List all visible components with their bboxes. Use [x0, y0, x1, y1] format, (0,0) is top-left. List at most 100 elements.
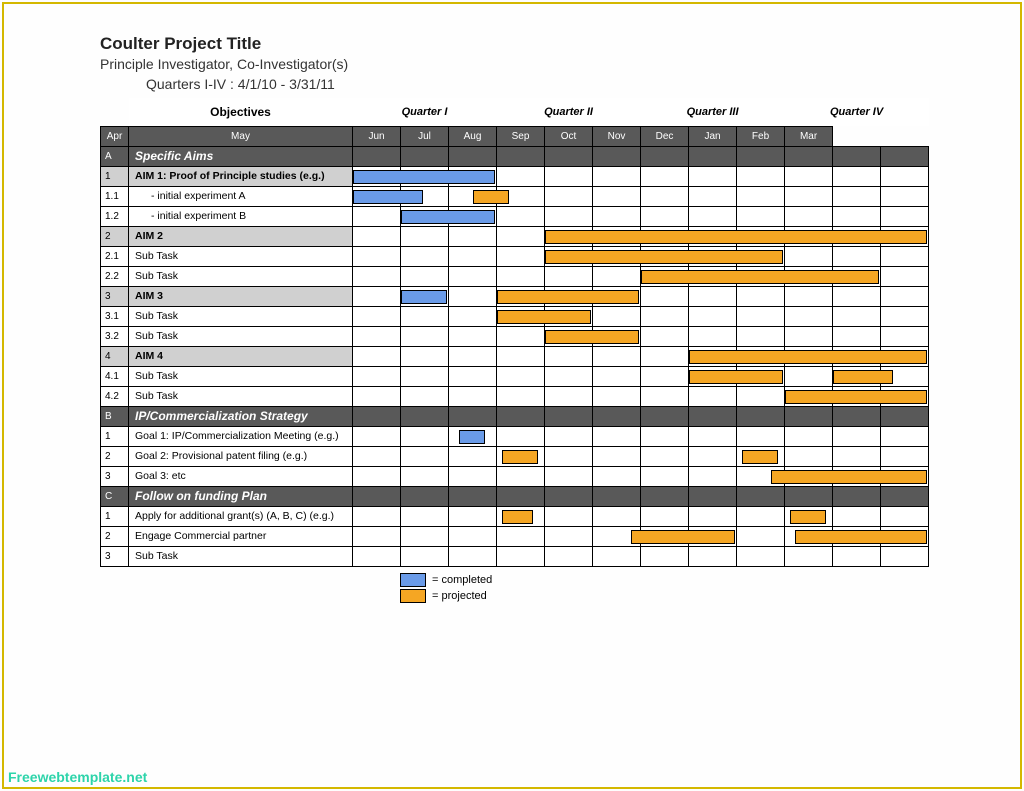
gantt-cell — [449, 186, 497, 206]
gantt-cell — [545, 446, 593, 466]
gantt-cell — [401, 266, 449, 286]
gantt-cell — [449, 446, 497, 466]
gantt-cell — [353, 146, 401, 166]
gantt-cell — [353, 306, 401, 326]
gantt-cell — [401, 526, 449, 546]
gantt-cell — [497, 486, 545, 506]
gantt-cell — [497, 166, 545, 186]
month-header: Oct — [545, 126, 593, 146]
row-id: 1 — [101, 506, 129, 526]
page-frame: Coulter Project Title Principle Investig… — [2, 2, 1022, 789]
gantt-cell — [545, 206, 593, 226]
gantt-cell — [689, 346, 737, 366]
bar-projected-icon — [833, 370, 893, 384]
gantt-cell — [593, 506, 641, 526]
month-header: Apr — [101, 126, 129, 146]
gantt-cell — [881, 426, 929, 446]
gantt-cell — [785, 246, 833, 266]
legend-completed-label: = completed — [432, 574, 492, 586]
gantt-cell — [449, 346, 497, 366]
gantt-cell — [833, 486, 881, 506]
gantt-cell — [545, 466, 593, 486]
quarter-3: Quarter III — [641, 98, 785, 126]
gantt-cell — [353, 186, 401, 206]
gantt-cell — [353, 526, 401, 546]
task-row: 1AIM 1: Proof of Principle studies (e.g.… — [101, 166, 929, 186]
gantt-cell — [545, 526, 593, 546]
gantt-cell — [449, 226, 497, 246]
month-header: Mar — [785, 126, 833, 146]
gantt-cell — [689, 466, 737, 486]
gantt-cell — [737, 426, 785, 446]
bar-projected-icon — [790, 510, 826, 524]
row-label: Sub Task — [129, 246, 353, 266]
gantt-cell — [497, 446, 545, 466]
gantt-cell — [545, 146, 593, 166]
bar-projected-icon — [502, 450, 538, 464]
bar-completed-icon — [401, 210, 495, 224]
bar-projected-icon — [771, 470, 927, 484]
bar-projected-icon — [545, 330, 639, 344]
month-header: Jan — [689, 126, 737, 146]
gantt-cell — [737, 186, 785, 206]
gantt-cell — [641, 186, 689, 206]
bar-projected-icon — [545, 230, 927, 244]
row-label: Sub Task — [129, 546, 353, 566]
row-label: Sub Task — [129, 366, 353, 386]
task-row: 3AIM 3 — [101, 286, 929, 306]
gantt-cell — [449, 426, 497, 446]
gantt-cell — [401, 246, 449, 266]
gantt-cell — [737, 386, 785, 406]
row-label: Sub Task — [129, 386, 353, 406]
gantt-cell — [641, 546, 689, 566]
gantt-cell — [689, 306, 737, 326]
row-id: 2 — [101, 226, 129, 246]
section-row: BIP/Commercialization Strategy — [101, 406, 929, 426]
row-id: 1 — [101, 426, 129, 446]
gantt-cell — [593, 146, 641, 166]
month-header: Aug — [449, 126, 497, 146]
gantt-cell — [401, 446, 449, 466]
bar-completed-icon — [459, 430, 486, 444]
gantt-cell — [689, 146, 737, 166]
gantt-cell — [593, 386, 641, 406]
gantt-cell — [689, 406, 737, 426]
task-row: 1.2- initial experiment B — [101, 206, 929, 226]
gantt-cell — [833, 166, 881, 186]
gantt-cell — [401, 406, 449, 426]
legend-projected-label: = projected — [432, 590, 487, 602]
gantt-cell — [833, 186, 881, 206]
gantt-cell — [785, 206, 833, 226]
month-header: Jun — [353, 126, 401, 146]
row-label: Goal 1: IP/Commercialization Meeting (e.… — [129, 426, 353, 446]
gantt-cell — [593, 366, 641, 386]
gantt-cell — [593, 546, 641, 566]
task-row: 2.1Sub Task — [101, 246, 929, 266]
gantt-cell — [449, 246, 497, 266]
gantt-cell — [689, 366, 737, 386]
gantt-cell — [737, 406, 785, 426]
gantt-cell — [689, 386, 737, 406]
row-label: AIM 4 — [129, 346, 353, 366]
gantt-cell — [881, 286, 929, 306]
gantt-cell — [881, 206, 929, 226]
gantt-cell — [353, 226, 401, 246]
gantt-cell — [833, 506, 881, 526]
gantt-cell — [641, 426, 689, 446]
gantt-cell — [545, 226, 593, 246]
gantt-cell — [401, 146, 449, 166]
month-header: Jul — [401, 126, 449, 146]
gantt-table: Objectives Quarter I Quarter II Quarter … — [100, 98, 929, 567]
task-row: 2AIM 2 — [101, 226, 929, 246]
gantt-cell — [641, 306, 689, 326]
gantt-cell — [497, 226, 545, 246]
gantt-cell — [881, 406, 929, 426]
gantt-cell — [545, 486, 593, 506]
task-row: 4AIM 4 — [101, 346, 929, 366]
row-label: - initial experiment A — [129, 186, 353, 206]
watermark: Freewebtemplate.net — [8, 769, 147, 785]
gantt-cell — [737, 486, 785, 506]
task-row: 3.1Sub Task — [101, 306, 929, 326]
gantt-cell — [641, 386, 689, 406]
date-range: Quarters I-IV : 4/1/10 - 3/31/11 — [146, 76, 924, 92]
